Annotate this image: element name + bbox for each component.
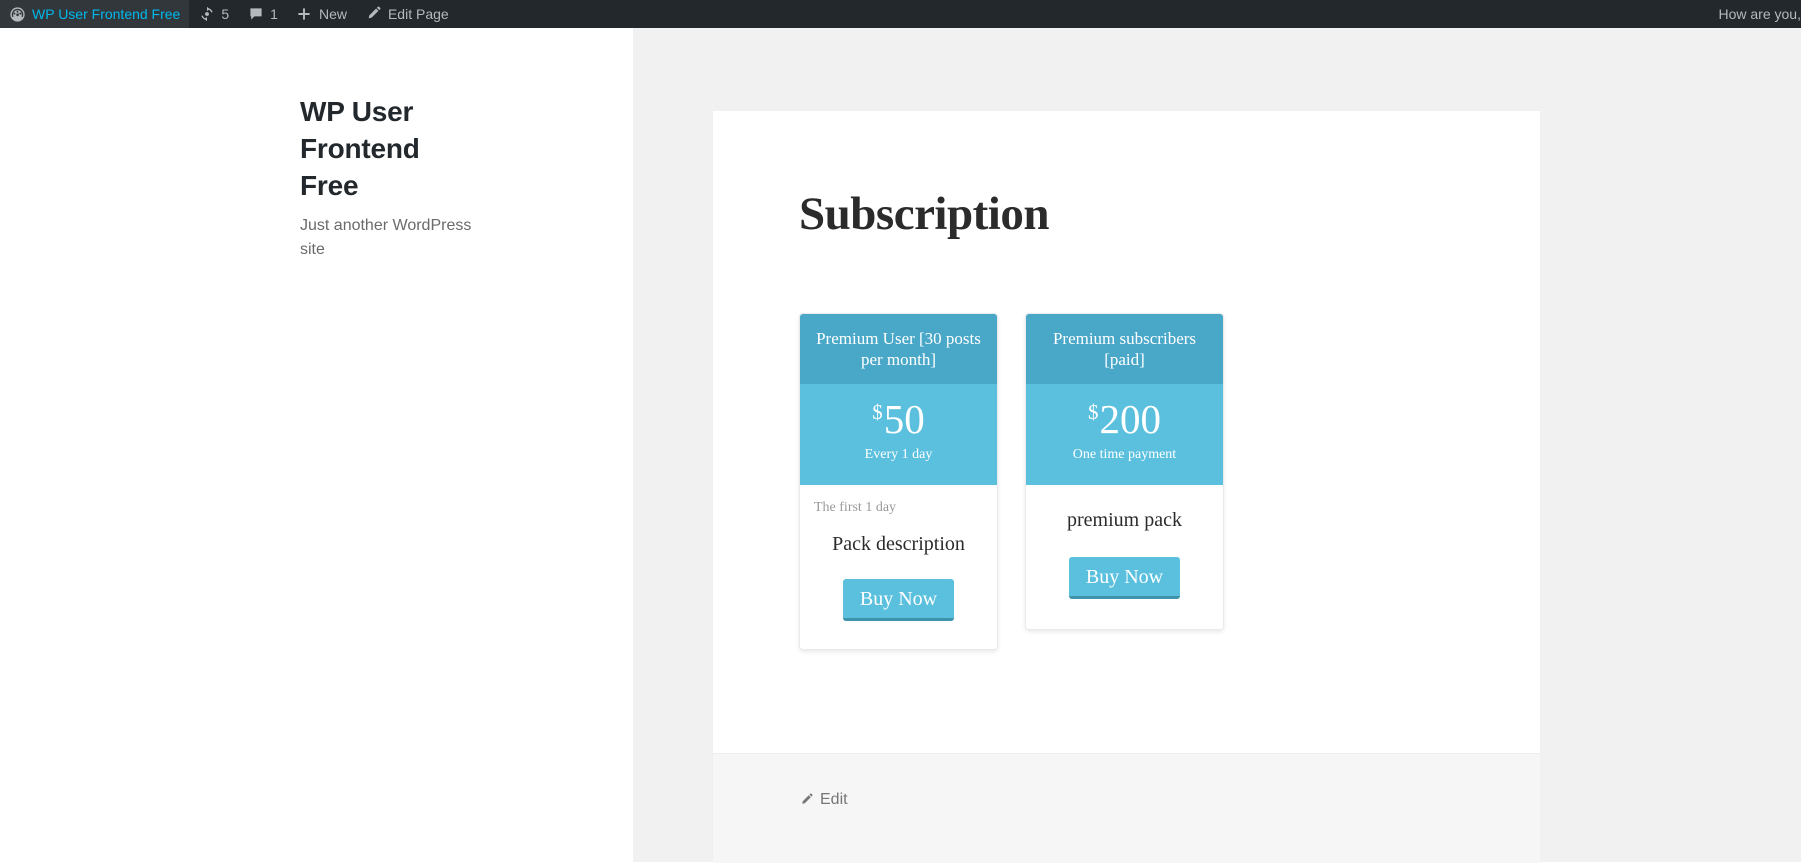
page-wrapper: WP User Frontend Free Just another WordP… [0, 28, 1801, 863]
pack-body: The first 1 day Pack description Buy Now [800, 485, 997, 650]
admin-bar-new-label: New [318, 6, 347, 22]
pencil-icon [365, 6, 382, 23]
admin-bar-updates[interactable]: 5 [189, 0, 238, 28]
admin-bar-left-group: WP User Frontend Free 5 1 New Edit Page [0, 0, 458, 28]
pack-currency: $ [1088, 400, 1099, 425]
pack-amount: $50 [808, 398, 989, 441]
pack-name: Premium User [30 posts per month] [800, 313, 997, 385]
edit-post-label: Edit [820, 791, 848, 808]
updates-icon [198, 6, 215, 23]
admin-bar-new-content[interactable]: New [287, 0, 356, 28]
entry-footer: Edit [713, 753, 1540, 863]
edit-post-link[interactable]: Edit [799, 791, 848, 809]
pack-period: One time payment [1072, 447, 1177, 463]
admin-bar-site-name[interactable]: WP User Frontend Free [0, 0, 190, 28]
pack-period: Every 1 day [864, 447, 933, 463]
admin-bar-edit-page-label: Edit Page [387, 6, 449, 22]
pack-description: Pack description [832, 533, 965, 556]
page-title: Subscription [799, 188, 1049, 240]
admin-bar-comments[interactable]: 1 [238, 0, 287, 28]
admin-bar-right-group: How are you, admin [1657, 0, 1801, 28]
pack-amount-value: 50 [883, 396, 925, 443]
article-body: Subscription Premium User [30 posts per … [713, 111, 1540, 753]
pack-amount: $200 [1034, 398, 1215, 441]
content-area: Subscription Premium User [30 posts per … [633, 28, 1801, 863]
pack-amount-value: 200 [1099, 396, 1162, 443]
pencil-icon [799, 793, 813, 807]
plus-icon [296, 6, 313, 23]
sidebar: WP User Frontend Free Just another WordP… [0, 28, 633, 862]
site-description: Just another WordPress site [300, 216, 472, 258]
admin-bar-edit-page[interactable]: Edit Page [356, 0, 458, 28]
buy-now-button[interactable]: Buy Now [842, 579, 955, 622]
article-card: Subscription Premium User [30 posts per … [713, 111, 1540, 863]
subscription-packs: Premium User [30 posts per month] $50 Ev… [799, 312, 1454, 651]
pack-price-box: $200 One time payment [1026, 384, 1223, 486]
subscription-pack: Premium subscribers [paid] $200 One time… [1025, 312, 1224, 631]
pack-description: premium pack [1067, 509, 1182, 532]
subscription-pack: Premium User [30 posts per month] $50 Ev… [799, 312, 998, 651]
pack-body: premium pack Buy Now [1026, 485, 1223, 630]
admin-bar-site-name-label: WP User Frontend Free [32, 6, 181, 22]
dashboard-icon [9, 6, 26, 23]
pack-price-box: $50 Every 1 day [800, 384, 997, 486]
admin-bar-comments-count: 1 [270, 6, 278, 22]
admin-bar: WP User Frontend Free 5 1 New Edit Page … [0, 0, 1801, 28]
admin-bar-howdy[interactable]: How are you, admin [1709, 0, 1801, 28]
site-title[interactable]: WP User Frontend Free [300, 94, 473, 205]
pack-trial: The first 1 day [814, 500, 897, 516]
buy-now-button[interactable]: Buy Now [1068, 557, 1181, 600]
pack-currency: $ [872, 400, 883, 425]
admin-bar-updates-count: 5 [221, 6, 230, 22]
comment-bubble-icon [247, 6, 264, 23]
pack-name: Premium subscribers [paid] [1026, 313, 1223, 385]
